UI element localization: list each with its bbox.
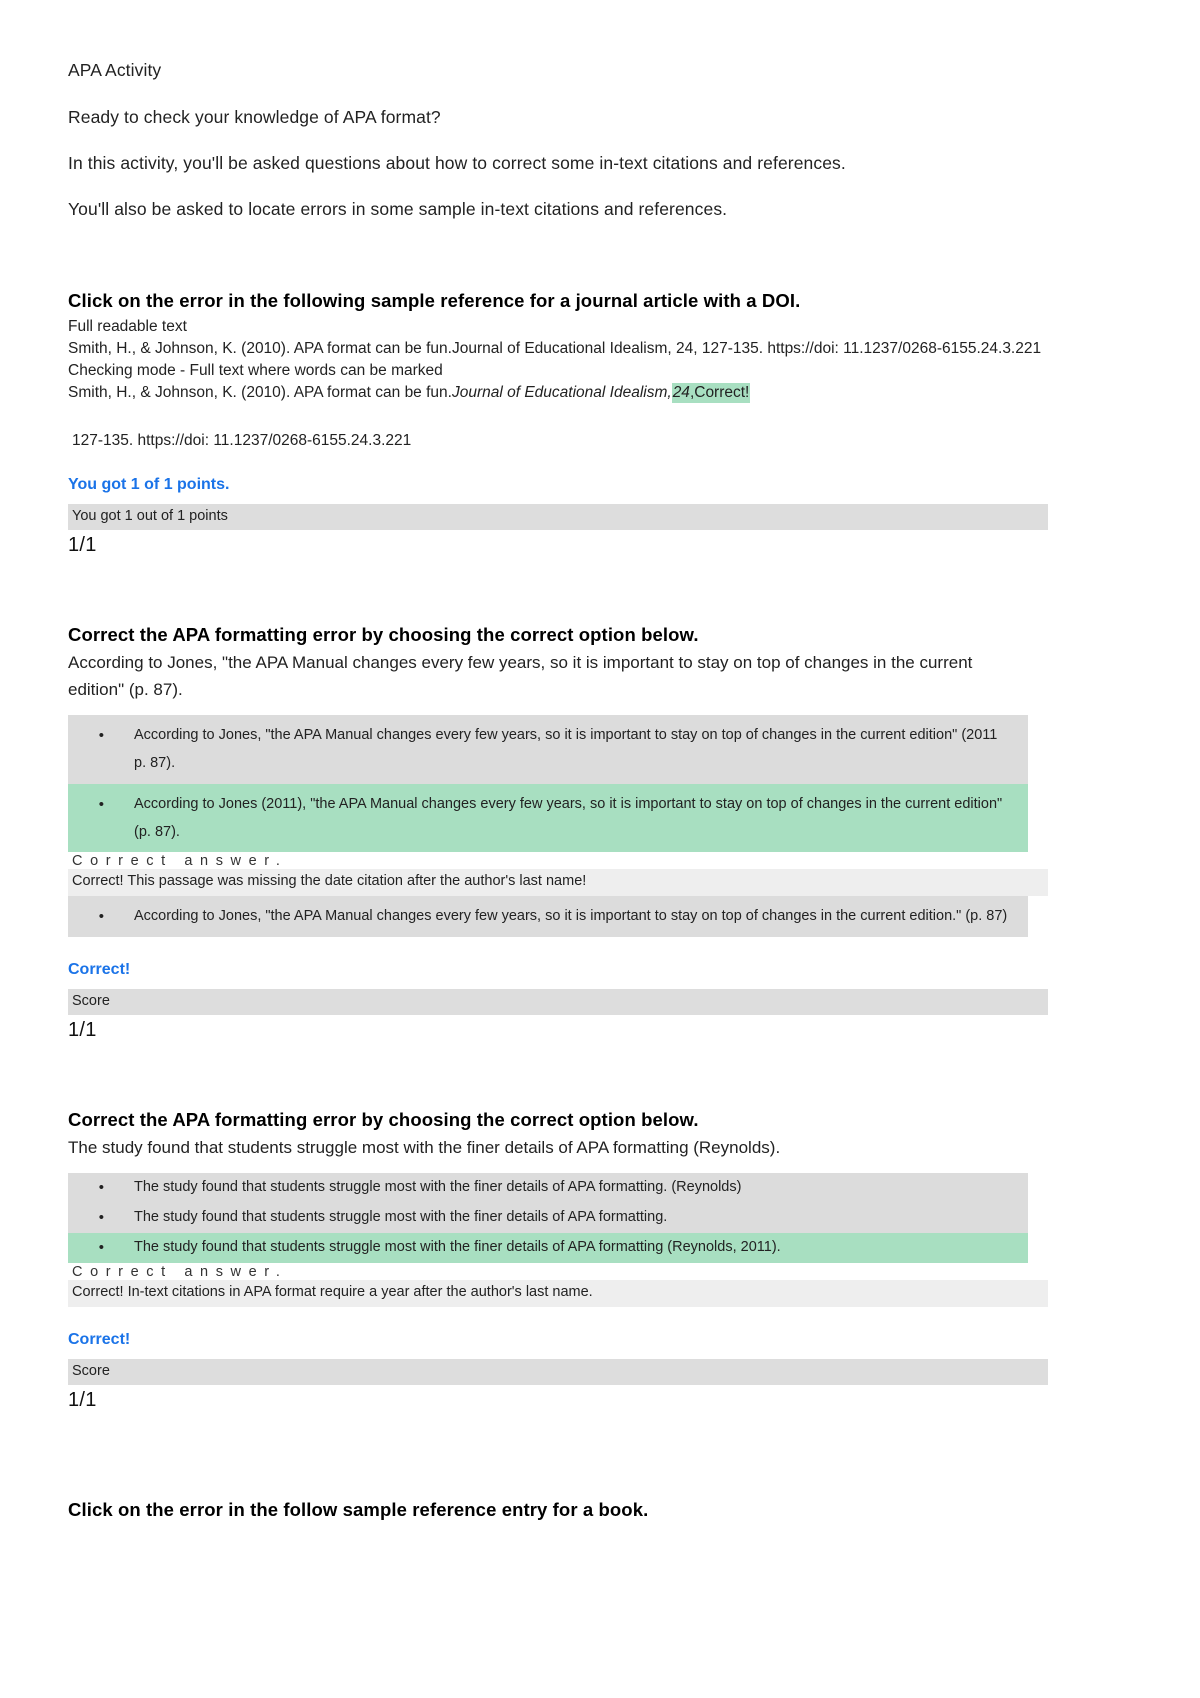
question-3-options: • The study found that students struggle… (68, 1173, 1048, 1307)
bullet-icon: • (98, 907, 104, 925)
bullet-icon: • (98, 795, 104, 813)
question-2-feedback: Correct! (68, 960, 131, 978)
question-3-correct-answer-label: Correct answer. (72, 1264, 288, 1281)
intro-line-2: In this activity, you'll be asked questi… (68, 152, 846, 173)
question-block-2: Correct the APA formatting error by choo… (68, 623, 1132, 1041)
question-2-options: • According to Jones, "the APA Manual ch… (68, 715, 1048, 937)
question-2-option-1[interactable]: • According to Jones, "the APA Manual ch… (68, 715, 1028, 784)
question-1-full-readable-text: Smith, H., & Johnson, K. (2010). APA for… (68, 340, 1042, 358)
question-block-4: Click on the error in the follow sample … (68, 1498, 1132, 1522)
question-1-marked-continuation: 127-135. https://doi: 11.1237/0268-6155.… (72, 432, 412, 450)
marked-journal-italic: Journal of Educational Idealism, (451, 384, 672, 402)
question-3-score-label: Score (68, 1358, 1048, 1385)
question-1-feedback: You got 1 of 1 points. (68, 476, 230, 494)
option-label: The study found that students struggle m… (134, 1179, 742, 1196)
marked-volume-number: 24 (672, 384, 690, 402)
bullet-icon: • (98, 727, 104, 745)
question-3-feedback: Correct! (68, 1330, 131, 1348)
question-1-title: Click on the error in the following samp… (68, 289, 801, 311)
question-3-explanation: Correct! In-text citations in APA format… (68, 1280, 1048, 1307)
question-3-option-3[interactable]: • The study found that students struggle… (68, 1233, 1028, 1264)
question-block-3: Correct the APA formatting error by choo… (68, 1108, 1132, 1412)
question-1-full-readable-label: Full readable text (68, 317, 187, 335)
question-2-option-3[interactable]: • According to Jones, "the APA Manual ch… (68, 895, 1028, 937)
question-1-score-label: You got 1 out of 1 points (68, 504, 1048, 531)
bullet-icon: • (98, 1239, 104, 1257)
question-3-prompt: The study found that students struggle m… (68, 1137, 781, 1157)
question-3-title: Correct the APA formatting error by choo… (68, 1108, 699, 1130)
question-4-title: Click on the error in the follow sample … (68, 1498, 649, 1520)
question-1-score-value: 1/1 (68, 534, 97, 557)
marked-correct-label: ,Correct! (689, 384, 750, 402)
question-2-prompt: According to Jones, "the APA Manual chan… (68, 653, 973, 699)
question-2-score-value: 1/1 (68, 1018, 97, 1041)
bullet-icon: • (98, 1179, 104, 1197)
marked-error-highlight[interactable]: 24,Correct! (671, 383, 751, 404)
question-2-score-label: Score (68, 988, 1048, 1015)
question-2-explanation: Correct! This passage was missing the da… (68, 869, 1048, 896)
option-label: The study found that students struggle m… (134, 1209, 668, 1226)
question-3-score-value: 1/1 (68, 1388, 97, 1411)
question-2-title: Correct the APA formatting error by choo… (68, 624, 699, 646)
intro-line-3: You'll also be asked to locate errors in… (68, 198, 728, 219)
intro-line-1: Ready to check your knowledge of APA for… (68, 106, 441, 127)
question-3-option-2[interactable]: • The study found that students struggle… (68, 1203, 1028, 1234)
document-page: APA Activity Ready to check your knowled… (0, 0, 1200, 1698)
question-2-option-2[interactable]: • According to Jones (2011), "the APA Ma… (68, 783, 1028, 853)
option-label: According to Jones (2011), "the APA Manu… (134, 795, 1003, 840)
option-label: According to Jones, "the APA Manual chan… (134, 907, 1008, 924)
question-1-marked-text: Smith, H., & Johnson, K. (2010). APA for… (68, 382, 1132, 404)
option-label: According to Jones, "the APA Manual chan… (134, 727, 998, 772)
question-3-option-1[interactable]: • The study found that students struggle… (68, 1173, 1028, 1204)
option-label: The study found that students struggle m… (134, 1239, 781, 1256)
question-1-checking-mode-label: Checking mode - Full text where words ca… (68, 362, 443, 380)
marked-prefix: Smith, H., & Johnson, K. (2010). APA for… (68, 384, 452, 402)
question-block-1: Click on the error in the following samp… (68, 289, 1132, 558)
bullet-icon: • (98, 1209, 104, 1227)
question-2-correct-answer-label: Correct answer. (72, 853, 288, 870)
activity-title: APA Activity (68, 60, 162, 80)
